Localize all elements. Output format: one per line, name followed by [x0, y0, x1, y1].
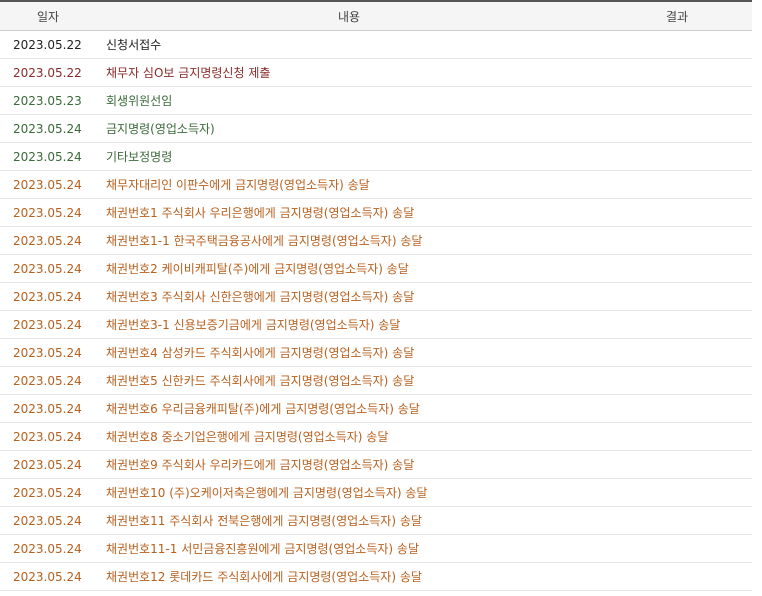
row-date: 2023.05.24	[0, 254, 96, 283]
table-row: 2023.05.24 채권번호1-1 한국주택금융공사에게 금지명령(영업소득자)…	[0, 226, 752, 255]
row-content: 채무자대리인 이판수에게 금지명령(영업소득자) 송달	[96, 170, 602, 199]
row-content: 채권번호4 삼성카드 주식회사에게 금지명령(영업소득자) 송달	[96, 338, 602, 367]
row-content: 채권번호8 중소기업은행에게 금지명령(영업소득자) 송달	[96, 422, 602, 451]
table-row: 2023.05.22 신청서접수	[0, 30, 752, 59]
row-result	[602, 366, 752, 395]
row-content: 기타보정명령	[96, 142, 602, 171]
row-content: 채권번호12 롯데카드 주식회사에게 금지명령(영업소득자) 송달	[96, 562, 602, 591]
row-content: 채무자 심O보 금지명령신청 제출	[96, 58, 602, 87]
table-row: 2023.05.23 회생위원선임	[0, 86, 752, 115]
row-date: 2023.05.24	[0, 506, 96, 535]
row-content: 채권번호1 주식회사 우리은행에게 금지명령(영업소득자) 송달	[96, 198, 602, 227]
row-result	[602, 562, 752, 591]
table-row: 2023.05.24 채권번호6 우리금융캐피탈(주)에게 금지명령(영업소득자)…	[0, 394, 752, 423]
row-result	[602, 114, 752, 143]
table-row: 2023.05.24 채권번호8 중소기업은행에게 금지명령(영업소득자) 송달	[0, 422, 752, 451]
row-content: 금지명령(영업소득자)	[96, 114, 602, 143]
row-result	[602, 142, 752, 171]
table-row: 2023.05.24 채권번호5 신한카드 주식회사에게 금지명령(영업소득자) …	[0, 366, 752, 395]
row-result	[602, 58, 752, 87]
row-date: 2023.05.24	[0, 226, 96, 255]
table-row: 2023.05.22 채무자 심O보 금지명령신청 제출	[0, 58, 752, 87]
row-content: 채권번호5 신한카드 주식회사에게 금지명령(영업소득자) 송달	[96, 366, 602, 395]
table-row: 2023.05.24 채권번호11-1 서민금융진흥원에게 금지명령(영업소득자)…	[0, 534, 752, 563]
row-result	[602, 282, 752, 311]
table-row: 2023.05.24 채권번호3 주식회사 신한은행에게 금지명령(영업소득자) …	[0, 282, 752, 311]
row-date: 2023.05.24	[0, 170, 96, 199]
row-date: 2023.05.24	[0, 338, 96, 367]
case-progress-table-container: 일자 내용 결과 2023.05.22 신청서접수 2023.05.22 채무자 심O…	[0, 0, 752, 591]
case-progress-table: 일자 내용 결과 2023.05.22 신청서접수 2023.05.22 채무자 심O…	[0, 0, 752, 591]
row-content: 신청서접수	[96, 30, 602, 59]
table-header: 일자 내용 결과	[0, 0, 752, 31]
table-row: 2023.05.24 금지명령(영업소득자)	[0, 114, 752, 143]
row-content: 채권번호10 (주)오케이저축은행에게 금지명령(영업소득자) 송달	[96, 478, 602, 507]
row-content: 채권번호2 케이비캐피탈(주)에게 금지명령(영업소득자) 송달	[96, 254, 602, 283]
row-date: 2023.05.24	[0, 534, 96, 563]
table-row: 2023.05.24 채권번호1 주식회사 우리은행에게 금지명령(영업소득자) …	[0, 198, 752, 227]
row-result	[602, 338, 752, 367]
row-date: 2023.05.24	[0, 142, 96, 171]
row-content: 채권번호11-1 서민금융진흥원에게 금지명령(영업소득자) 송달	[96, 534, 602, 563]
row-result	[602, 170, 752, 199]
row-content: 채권번호3 주식회사 신한은행에게 금지명령(영업소득자) 송달	[96, 282, 602, 311]
table-row: 2023.05.24 채권번호12 롯데카드 주식회사에게 금지명령(영업소득자)…	[0, 562, 752, 591]
row-date: 2023.05.24	[0, 198, 96, 227]
row-date: 2023.05.24	[0, 310, 96, 339]
row-result	[602, 310, 752, 339]
row-content: 채권번호6 우리금융캐피탈(주)에게 금지명령(영업소득자) 송달	[96, 394, 602, 423]
row-content: 채권번호1-1 한국주택금융공사에게 금지명령(영업소득자) 송달	[96, 226, 602, 255]
row-date: 2023.05.24	[0, 478, 96, 507]
row-date: 2023.05.22	[0, 30, 96, 59]
header-date: 일자	[0, 0, 96, 31]
table-row: 2023.05.24 채권번호9 주식회사 우리카드에게 금지명령(영업소득자) …	[0, 450, 752, 479]
row-result	[602, 198, 752, 227]
row-result	[602, 226, 752, 255]
table-row: 2023.05.24 채권번호10 (주)오케이저축은행에게 금지명령(영업소득자…	[0, 478, 752, 507]
row-content: 채권번호9 주식회사 우리카드에게 금지명령(영업소득자) 송달	[96, 450, 602, 479]
row-result	[602, 30, 752, 59]
row-content: 채권번호11 주식회사 전북은행에게 금지명령(영업소득자) 송달	[96, 506, 602, 535]
row-result	[602, 506, 752, 535]
row-date: 2023.05.24	[0, 366, 96, 395]
table-row: 2023.05.24 채권번호11 주식회사 전북은행에게 금지명령(영업소득자)…	[0, 506, 752, 535]
row-content: 채권번호3-1 신용보증기금에게 금지명령(영업소득자) 송달	[96, 310, 602, 339]
header-result: 결과	[602, 0, 752, 31]
row-result	[602, 254, 752, 283]
row-date: 2023.05.23	[0, 86, 96, 115]
row-content: 회생위원선임	[96, 86, 602, 115]
row-result	[602, 478, 752, 507]
row-date: 2023.05.24	[0, 282, 96, 311]
row-date: 2023.05.24	[0, 562, 96, 591]
header-content: 내용	[96, 0, 602, 31]
table-row: 2023.05.24 채무자대리인 이판수에게 금지명령(영업소득자) 송달	[0, 170, 752, 199]
table-row: 2023.05.24 기타보정명령	[0, 142, 752, 171]
table-row: 2023.05.24 채권번호3-1 신용보증기금에게 금지명령(영업소득자) 송…	[0, 310, 752, 339]
row-result	[602, 86, 752, 115]
table-header-row: 일자 내용 결과	[0, 0, 752, 31]
row-date: 2023.05.22	[0, 58, 96, 87]
table-row: 2023.05.24 채권번호2 케이비캐피탈(주)에게 금지명령(영업소득자) …	[0, 254, 752, 283]
row-result	[602, 534, 752, 563]
row-date: 2023.05.24	[0, 114, 96, 143]
row-date: 2023.05.24	[0, 394, 96, 423]
table-row: 2023.05.24 채권번호4 삼성카드 주식회사에게 금지명령(영업소득자) …	[0, 338, 752, 367]
row-date: 2023.05.24	[0, 422, 96, 451]
table-body: 2023.05.22 신청서접수 2023.05.22 채무자 심O보 금지명령신청 …	[0, 30, 752, 591]
row-result	[602, 450, 752, 479]
row-result	[602, 394, 752, 423]
row-date: 2023.05.24	[0, 450, 96, 479]
row-result	[602, 422, 752, 451]
